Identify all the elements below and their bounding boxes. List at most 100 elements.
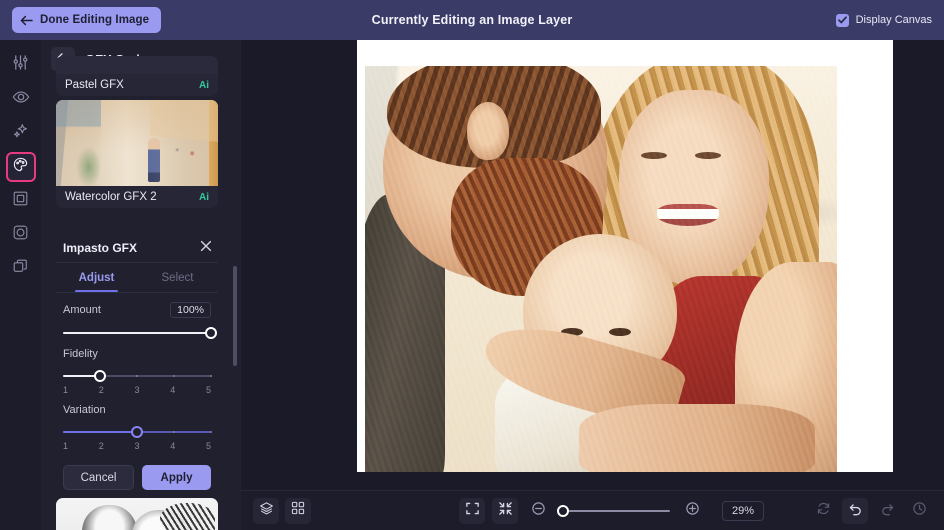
tool-rail (0, 40, 41, 530)
amount-label: Amount (63, 304, 101, 316)
fidelity-label: Fidelity (63, 348, 98, 360)
zoom-slider-handle[interactable] (557, 504, 569, 517)
rail-item-styles[interactable] (5, 152, 36, 182)
fit-screen-button[interactable] (459, 497, 485, 524)
slider-fill (63, 332, 211, 334)
thumbnail-figure (148, 137, 161, 182)
redo-icon (880, 501, 895, 521)
variation-slider[interactable] (63, 426, 212, 438)
tick-label: 3 (134, 441, 140, 451)
style-card-thumbnail (56, 100, 218, 186)
zoom-slider[interactable] (557, 504, 670, 517)
rail-item-preview[interactable] (6, 84, 36, 114)
fit-screen-icon (465, 501, 480, 521)
slider-tick-dot (173, 431, 175, 433)
canvas-area[interactable] (241, 40, 944, 490)
tick-label: 5 (205, 441, 211, 451)
bottom-toolbar: 29% (241, 490, 944, 530)
layers-button[interactable] (253, 497, 279, 524)
tick-label: 3 (134, 385, 140, 395)
slider-tick-dot (99, 431, 101, 433)
artwork-image[interactable] (365, 66, 837, 472)
style-card[interactable]: Watercolor GFX 2 Ai (56, 100, 218, 208)
grid-icon (291, 501, 305, 520)
palette-icon (12, 156, 29, 178)
sketch-head-left (81, 504, 137, 530)
arrow-left-icon (20, 15, 33, 26)
display-canvas-label: Display Canvas (855, 14, 932, 26)
fidelity-tick-labels: 1 2 3 4 5 (63, 385, 211, 395)
tab-adjust[interactable]: Adjust (56, 263, 137, 292)
style-card-thumbnail (56, 56, 218, 74)
style-card-thumbnail (56, 498, 218, 530)
tick-label: 1 (63, 441, 69, 451)
style-card-name: Pastel GFX (65, 79, 124, 91)
zoom-slider-track (560, 509, 670, 512)
zoom-level-value[interactable]: 29% (722, 500, 765, 521)
effect-editor: Impasto GFX Adjust Select Amount 100% Fi… (56, 233, 218, 490)
effect-editor-header: Impasto GFX (56, 233, 218, 263)
watercolor-street-thumbnail (56, 100, 218, 186)
apply-button[interactable]: Apply (142, 465, 211, 490)
bottom-center-tools: 29% (459, 497, 765, 524)
reset-button[interactable] (810, 498, 836, 524)
slider-tick-dot (136, 375, 138, 377)
slider-handle[interactable] (205, 327, 217, 339)
collapse-icon (498, 501, 513, 521)
zoom-out-icon (531, 501, 546, 521)
tick-label: 4 (170, 441, 176, 451)
tick-label: 4 (170, 385, 176, 395)
rail-item-adjustments[interactable] (6, 50, 36, 80)
history-icon (912, 501, 927, 521)
control-variation: Variation 1 2 3 4 5 (56, 395, 218, 451)
effect-title: Impasto GFX (63, 240, 138, 255)
tick-label: 5 (205, 385, 211, 395)
rail-item-focus[interactable] (6, 220, 36, 250)
style-card[interactable] (56, 498, 218, 530)
display-canvas-checkbox[interactable] (835, 13, 849, 27)
redo-button[interactable] (874, 498, 900, 524)
slider-tick-dot (173, 375, 175, 377)
slider-tick-dot (210, 431, 212, 433)
tick-label: 1 (63, 385, 69, 395)
rail-item-duplicate-layer[interactable] (6, 254, 36, 284)
tab-select[interactable]: Select (137, 263, 218, 292)
zoom-out-button[interactable] (525, 498, 551, 524)
style-card-label-row: Pastel GFX Ai (56, 74, 218, 96)
artwork-brush-texture (365, 66, 837, 472)
sliders-icon (12, 54, 29, 76)
style-card-label-row: Watercolor GFX 2 Ai (56, 186, 218, 208)
control-amount: Amount 100% (56, 293, 218, 339)
style-card[interactable]: Pastel GFX Ai (56, 56, 218, 96)
style-card-name: Watercolor GFX 2 (65, 191, 157, 203)
variation-tick-labels: 1 2 3 4 5 (63, 441, 211, 451)
done-editing-image-label: Done Editing Image (40, 14, 150, 26)
focus-icon (12, 224, 29, 246)
panel-scrollbar[interactable] (233, 266, 237, 366)
grid-button[interactable] (285, 497, 311, 524)
amount-value[interactable]: 100% (170, 302, 211, 318)
close-icon[interactable] (200, 240, 218, 256)
ink-sketch-thumbnail (56, 498, 218, 530)
bottom-left-tools (253, 497, 311, 524)
history-button[interactable] (906, 498, 932, 524)
done-editing-image-button[interactable]: Done Editing Image (12, 7, 162, 33)
amount-label-row: Amount 100% (63, 302, 211, 318)
undo-button[interactable] (842, 497, 868, 524)
top-header: Done Editing Image Currently Editing an … (0, 0, 944, 40)
fidelity-slider[interactable] (63, 370, 212, 382)
slider-handle[interactable] (94, 370, 106, 382)
rail-item-effects[interactable] (6, 118, 36, 148)
variation-label: Variation (63, 404, 106, 416)
collapse-button[interactable] (492, 497, 518, 524)
slider-handle[interactable] (131, 426, 143, 438)
layers-icon (259, 501, 274, 521)
zoom-in-button[interactable] (679, 498, 705, 524)
cancel-button[interactable]: Cancel (63, 465, 134, 490)
display-canvas-toggle[interactable]: Display Canvas (835, 0, 932, 40)
rail-item-frame[interactable] (6, 186, 36, 216)
canvas-sheet[interactable] (357, 40, 893, 472)
eye-icon (12, 88, 30, 111)
amount-slider[interactable] (63, 327, 217, 339)
image-editor-app: Done Editing Image Currently Editing an … (0, 0, 944, 530)
